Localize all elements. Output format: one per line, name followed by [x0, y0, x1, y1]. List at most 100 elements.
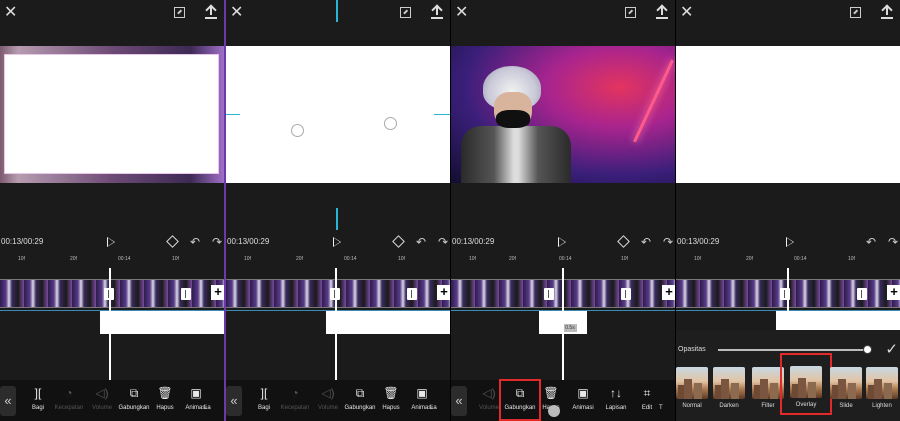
close-icon[interactable]: ✕	[680, 5, 693, 21]
add-clip-button[interactable]: +	[662, 285, 675, 300]
playback-controls: 00:13/00:29 ↶ ↷	[676, 234, 900, 252]
layer-icon	[204, 386, 224, 400]
fullscreen-icon[interactable]	[850, 7, 861, 18]
close-icon[interactable]: ✕	[4, 5, 17, 21]
ruler-tick: 10f	[172, 256, 179, 262]
video-preview[interactable]	[226, 46, 450, 183]
redo-icon[interactable]: ↷	[888, 235, 898, 249]
blend-option-overlay[interactable]: Overlay	[780, 353, 832, 415]
transform-handle[interactable]	[384, 117, 397, 130]
keyframe-icon[interactable]	[392, 235, 405, 248]
play-icon[interactable]	[786, 237, 794, 247]
collapse-button[interactable]: «	[226, 386, 242, 416]
screen-2: ✕ 00:13/00:29 ↶ ↷ 10f 20f 00:14 10f + « …	[226, 0, 450, 421]
keyframe-icon[interactable]	[617, 235, 630, 248]
opacity-slider[interactable]	[718, 345, 872, 354]
fullscreen-icon[interactable]	[174, 7, 185, 18]
blend-panel: Opasitas ✓ Normal Darken Filter Overlay …	[676, 330, 900, 421]
playback-controls: 00:13/00:29 ↶ ↷	[451, 234, 675, 252]
tool-layer[interactable]: La	[430, 386, 450, 411]
export-icon[interactable]	[881, 5, 893, 19]
transition-marker[interactable]	[857, 288, 867, 300]
tool-merge[interactable]: ⧉ Gabungkan	[499, 379, 541, 421]
collapse-button[interactable]: «	[451, 386, 467, 416]
playhead[interactable]	[335, 268, 337, 380]
undo-icon[interactable]: ↶	[641, 235, 651, 249]
overlay-clip-frame[interactable]	[5, 55, 218, 173]
export-icon[interactable]	[656, 5, 668, 19]
light-beam	[633, 59, 674, 143]
transition-marker[interactable]	[407, 288, 417, 300]
ruler-tick: 10f	[398, 256, 405, 262]
add-clip-button[interactable]: +	[211, 285, 224, 300]
screen-3: ✕ 00:13/00:29 ↶ ↷ 10f 20f 00:14 10f + 0.…	[451, 0, 675, 421]
blend-thumbnail	[866, 367, 898, 399]
close-icon[interactable]: ✕	[455, 5, 468, 21]
video-preview[interactable]	[0, 46, 224, 183]
playhead[interactable]	[787, 268, 789, 328]
playhead[interactable]	[562, 268, 564, 380]
blend-thumbnail	[713, 367, 745, 399]
overlay-track-clip[interactable]	[100, 311, 224, 334]
top-bar: ✕	[451, 0, 675, 28]
close-icon[interactable]: ✕	[230, 5, 243, 21]
touch-indicator	[548, 405, 560, 417]
tool-text[interactable]: T	[659, 386, 675, 411]
confirm-check-icon[interactable]: ✓	[885, 340, 898, 358]
play-icon[interactable]	[107, 237, 115, 247]
ruler-tick: 10f	[18, 256, 25, 262]
redo-icon[interactable]: ↷	[212, 235, 222, 249]
export-icon[interactable]	[431, 5, 443, 19]
blend-option-slide[interactable]: Slide	[830, 367, 862, 409]
video-preview[interactable]	[451, 46, 675, 183]
top-bar: ✕	[226, 0, 450, 28]
transition-marker[interactable]	[621, 288, 631, 300]
top-bar: ✕	[676, 0, 900, 28]
video-preview[interactable]	[676, 46, 900, 183]
bottom-toolbar: « ][Bagi ◔ Kecepatan ◁) Volume ⧉ Gabungkan …	[226, 380, 450, 421]
fullscreen-icon[interactable]	[400, 7, 411, 18]
redo-icon[interactable]: ↷	[438, 235, 448, 249]
overlay-track-clip[interactable]	[326, 311, 450, 334]
add-clip-button[interactable]: +	[887, 285, 900, 300]
add-clip-button[interactable]: +	[437, 285, 450, 300]
transition-marker[interactable]	[181, 288, 191, 300]
undo-icon[interactable]: ↶	[866, 235, 876, 249]
timeline-ruler: 10f 20f 00:14 10f	[226, 254, 450, 264]
center-guide-bottom	[336, 208, 338, 230]
blend-option-lighten[interactable]: Lighten	[866, 367, 898, 409]
transition-marker[interactable]	[544, 288, 554, 300]
timeline-ruler: 10f 20f 00:14 10f	[0, 254, 224, 264]
ruler-tick: 20f	[296, 256, 303, 262]
play-icon[interactable]	[333, 237, 341, 247]
blend-option-normal[interactable]: Normal	[676, 367, 708, 409]
ruler-tick: 00:14	[344, 256, 357, 262]
transform-handle[interactable]	[291, 124, 304, 137]
playhead[interactable]	[109, 268, 111, 380]
collapse-button[interactable]: «	[0, 386, 16, 416]
center-guide-top	[336, 0, 338, 22]
undo-icon[interactable]: ↶	[190, 235, 200, 249]
top-bar: ✕	[0, 0, 224, 28]
ruler-tick: 20f	[509, 256, 516, 262]
undo-icon[interactable]: ↶	[416, 235, 426, 249]
fullscreen-icon[interactable]	[625, 7, 636, 18]
playback-controls: 00:13/00:29 ↶ ↷	[226, 234, 450, 252]
redo-icon[interactable]: ↷	[663, 235, 673, 249]
blend-option-filter[interactable]: Filter	[752, 367, 784, 409]
play-icon[interactable]	[558, 237, 566, 247]
ruler-tick: 00:14	[118, 256, 131, 262]
opacity-slider-knob[interactable]	[863, 345, 872, 354]
ruler-tick: 10f	[621, 256, 628, 262]
tool-layer[interactable]: La	[204, 386, 224, 411]
ruler-tick: 10f	[244, 256, 251, 262]
opacity-label: Opasitas	[678, 346, 706, 353]
keyframe-icon[interactable]	[166, 235, 179, 248]
blend-option-darken[interactable]: Darken	[713, 367, 745, 409]
layer-icon	[430, 386, 450, 400]
playback-controls: 00:13/00:29 ↶ ↷	[0, 234, 224, 252]
export-icon[interactable]	[205, 5, 217, 19]
ruler-tick: 10f	[469, 256, 476, 262]
bottom-toolbar: « ◁)Volume ⧉Gabungkan 🗑Hapus ▣Animasi ↑↓…	[451, 379, 675, 421]
duration-tooltip: 0.5s	[563, 324, 577, 332]
